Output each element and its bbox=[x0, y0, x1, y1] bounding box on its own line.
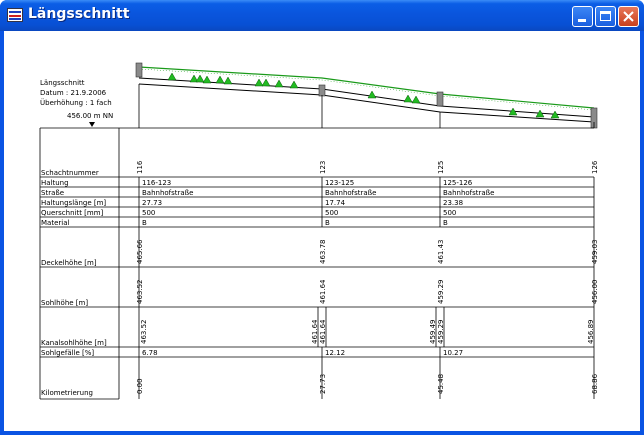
km-value: 68.86 bbox=[591, 373, 599, 394]
kanalsohlhoehe-value: 463.52 bbox=[140, 320, 148, 345]
manhole-shaft bbox=[135, 62, 143, 78]
manhole-number: 126 bbox=[591, 160, 599, 174]
close-icon bbox=[623, 11, 634, 22]
segment-laenge: 23.38 bbox=[443, 199, 463, 207]
segment-haltung: 125-126 bbox=[443, 179, 473, 187]
sohlhoehe-value: 459.29 bbox=[437, 280, 445, 305]
connection-marker bbox=[261, 78, 271, 87]
segment-haltung: 123-125 bbox=[325, 179, 354, 187]
deckelhoehe-value: 461.43 bbox=[437, 240, 445, 265]
window-title: Längsschnitt bbox=[28, 6, 130, 22]
manhole-number: 125 bbox=[437, 161, 445, 174]
connection-marker bbox=[167, 72, 177, 81]
segment-querschnitt: 500 bbox=[325, 209, 338, 217]
label-haltungslaenge: Haltungslänge [m] bbox=[41, 199, 106, 207]
connection-marker bbox=[195, 74, 205, 83]
sohlhoehe-value: 461.64 bbox=[319, 279, 327, 304]
label-sohlgefaelle: Sohlgefälle [%] bbox=[41, 349, 94, 357]
manhole-shaft bbox=[318, 84, 326, 97]
segment-material: B bbox=[142, 219, 147, 227]
drawing-area: Längsschnitt Datum : 21.9.2006 Überhöhun… bbox=[4, 31, 640, 431]
segment-haltung: 116-123 bbox=[142, 179, 171, 187]
minimize-icon bbox=[578, 19, 586, 22]
header-scale: Überhöhung : 1 fach bbox=[40, 98, 112, 107]
profile-table bbox=[39, 127, 595, 400]
close-button[interactable] bbox=[618, 6, 639, 27]
maximize-button[interactable] bbox=[595, 6, 616, 27]
kanalsohlhoehe-value: 456.89 bbox=[587, 320, 595, 345]
minimize-button[interactable] bbox=[572, 6, 593, 27]
pipe-bottom bbox=[138, 83, 595, 123]
deckelhoehe-value: 459.03 bbox=[591, 240, 599, 265]
label-deckelhoehe: Deckelhöhe [m] bbox=[41, 259, 97, 267]
km-value: 0.00 bbox=[136, 378, 144, 394]
deckelhoehe-value: 465.66 bbox=[136, 239, 144, 264]
ground-hatch bbox=[138, 68, 595, 111]
label-sohlhoehe: Sohlhöhe [m] bbox=[41, 299, 88, 307]
header-title: Längsschnitt bbox=[40, 79, 85, 87]
connection-marker bbox=[289, 80, 299, 89]
segment-laenge: 17.74 bbox=[325, 199, 346, 207]
segment-gefaelle: 12.12 bbox=[325, 349, 345, 357]
deckelhoehe-value: 463.78 bbox=[319, 240, 327, 265]
app-icon[interactable] bbox=[7, 8, 23, 22]
segment-strasse: Bahnhofstraße bbox=[443, 189, 494, 197]
segment-gefaelle: 10.27 bbox=[443, 349, 463, 357]
application-window: Längsschnitt Längsschnitt Datum : 21.9.2… bbox=[0, 0, 644, 435]
connection-marker bbox=[223, 76, 233, 85]
connection-markers bbox=[167, 72, 560, 119]
segment-querschnitt: 500 bbox=[443, 209, 456, 217]
label-kanalsohlhoehe: Kanalsohlhöhe [m] bbox=[41, 339, 107, 347]
kanalsohlhoehe-value: 459.49 bbox=[429, 320, 437, 345]
connection-marker bbox=[254, 78, 264, 87]
title-bar[interactable]: Längsschnitt bbox=[0, 0, 644, 31]
connection-marker bbox=[367, 90, 377, 99]
profile-drawing: Längsschnitt Datum : 21.9.2006 Überhöhun… bbox=[39, 62, 599, 400]
label-kilometrierung: Kilometrierung bbox=[41, 389, 93, 397]
maximize-icon bbox=[600, 11, 611, 21]
connection-marker bbox=[403, 94, 413, 103]
label-haltung: Haltung bbox=[41, 179, 69, 187]
label-schachtnummer: Schachtnummer bbox=[41, 169, 99, 177]
sohlhoehe-value: 463.52 bbox=[136, 280, 144, 305]
manhole-shaft bbox=[436, 91, 444, 107]
km-value: 27.73 bbox=[319, 374, 327, 394]
segment-material: B bbox=[325, 219, 330, 227]
connection-marker bbox=[274, 79, 284, 88]
header-date: Datum : 21.9.2006 bbox=[40, 89, 107, 97]
connection-marker bbox=[215, 75, 225, 84]
label-querschnitt: Querschnitt [mm] bbox=[41, 209, 104, 217]
reference-level: 456.00 m NN bbox=[67, 112, 113, 120]
reference-marker bbox=[89, 122, 95, 127]
segment-querschnitt: 500 bbox=[142, 209, 155, 217]
segment-strasse: Bahnhofstraße bbox=[325, 189, 376, 197]
segment-strasse: Bahnhofstraße bbox=[142, 189, 193, 197]
km-value: 45.48 bbox=[437, 374, 445, 394]
segment-gefaelle: 6.78 bbox=[142, 349, 158, 357]
manhole-number: 123 bbox=[319, 161, 327, 174]
label-material: Material bbox=[41, 219, 69, 227]
kanalsohlhoehe-value: 459.29 bbox=[437, 320, 445, 345]
manhole-number: 116 bbox=[136, 160, 144, 174]
kanalsohlhoehe-value: 461.64 bbox=[319, 319, 327, 344]
label-strasse: Straße bbox=[41, 189, 64, 197]
kanalsohlhoehe-value: 461.64 bbox=[311, 319, 319, 344]
sohlhoehe-value: 456.00 bbox=[591, 280, 599, 305]
connection-marker bbox=[202, 75, 212, 84]
connection-marker bbox=[411, 95, 421, 104]
segment-material: B bbox=[443, 219, 448, 227]
segment-laenge: 27.73 bbox=[142, 199, 162, 207]
